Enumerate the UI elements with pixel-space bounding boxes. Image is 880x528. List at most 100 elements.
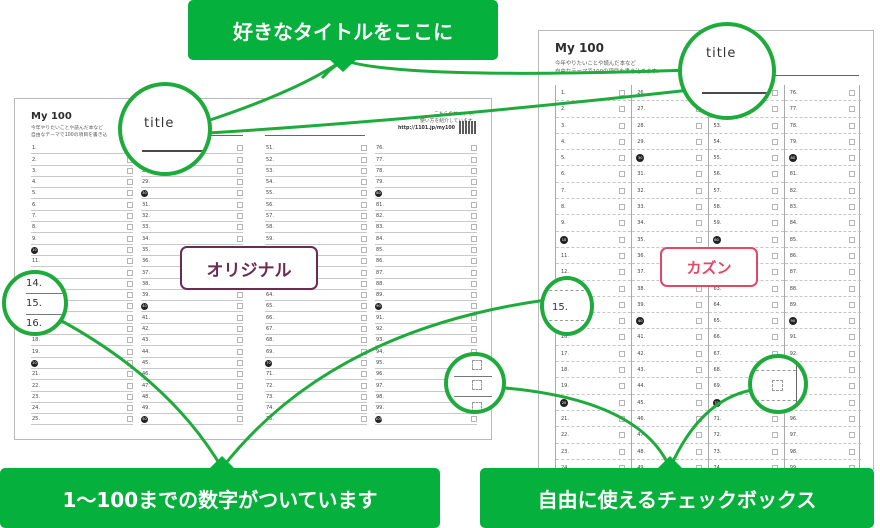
table-row[interactable]: 43. [632,362,708,379]
checkbox[interactable] [849,334,855,341]
checkbox[interactable] [127,359,133,366]
checkbox[interactable] [361,246,367,253]
checkbox[interactable] [237,145,243,152]
list-item[interactable]: 2. [31,154,133,166]
checkbox[interactable] [471,314,477,321]
table-row[interactable]: 53. [708,118,784,134]
checkbox[interactable] [237,190,243,197]
checkbox[interactable] [127,326,133,333]
list-item[interactable]: 91. [375,312,477,324]
checkbox[interactable] [849,122,855,129]
checkbox[interactable] [471,201,477,208]
list-item[interactable]: 33. [141,222,243,234]
checkbox[interactable] [237,359,243,366]
list-item[interactable]: 5. [31,188,133,200]
list-item[interactable]: 20 [31,358,133,369]
checkbox[interactable] [619,171,626,178]
list-item[interactable]: 56. [265,199,367,211]
checkbox[interactable] [471,167,477,174]
list-item[interactable]: 53. [265,166,367,177]
checkbox[interactable] [771,318,778,325]
list-item[interactable]: 29. [141,177,243,189]
table-row[interactable]: 23. [556,444,632,460]
list-item[interactable]: 84. [375,233,477,245]
checkbox[interactable] [237,371,243,378]
table-row[interactable]: 44. [632,378,708,395]
list-item[interactable]: 32. [141,211,243,223]
table-row[interactable]: 76. [784,85,861,102]
list-item[interactable]: 1. [31,143,133,155]
list-item[interactable]: 47. [141,380,243,392]
table-row[interactable]: 32. [632,183,708,200]
checkbox[interactable] [361,393,367,400]
table-row[interactable]: 77. [784,101,861,118]
table-row[interactable]: 83. [784,199,861,216]
list-item[interactable]: 44. [141,346,243,358]
checkbox[interactable] [127,405,133,412]
checkbox[interactable] [237,156,243,163]
checkbox[interactable] [849,399,855,406]
checkbox[interactable] [237,224,243,231]
checkbox[interactable] [127,213,133,220]
checkbox[interactable] [695,187,702,194]
checkbox[interactable] [849,138,855,145]
table-row[interactable]: 1. [556,85,632,102]
table-row[interactable]: 5. [556,150,632,167]
list-item[interactable]: 34. [141,233,243,245]
list-item[interactable]: 59. [265,233,367,245]
checkbox[interactable] [237,179,243,186]
checkbox[interactable] [471,246,477,253]
list-item[interactable]: 55. [265,188,367,200]
checkbox[interactable] [849,383,855,390]
checkbox[interactable] [237,201,243,208]
table-row[interactable]: 90 [784,313,861,330]
checkbox[interactable] [127,269,133,276]
checkbox[interactable] [849,367,855,374]
checkbox[interactable] [771,432,778,439]
checkbox[interactable] [619,252,626,259]
checkbox[interactable] [471,179,477,186]
table-row[interactable]: 40 [632,313,708,330]
list-item[interactable]: 46. [141,369,243,381]
table-row[interactable]: 34. [632,215,708,232]
list-item[interactable]: 88. [375,279,477,290]
list-item[interactable]: 72. [265,380,367,392]
checkbox[interactable] [771,122,778,129]
checkbox[interactable] [361,224,367,231]
list-item[interactable]: 82. [375,211,477,223]
checkbox[interactable] [849,269,855,276]
list-item[interactable]: 69. [265,346,367,358]
checkbox[interactable] [619,122,626,129]
checkbox[interactable] [471,258,477,265]
table-row[interactable]: 80 [784,150,861,167]
table-row[interactable]: 91. [784,329,861,346]
checkbox[interactable] [471,337,477,344]
checkbox[interactable] [471,235,477,242]
checkbox[interactable] [237,382,243,389]
checkbox[interactable] [127,167,133,174]
checkbox[interactable] [361,348,367,355]
table-row[interactable]: 72. [708,427,784,444]
table-row[interactable]: 78. [784,118,861,134]
checkbox[interactable] [237,235,243,242]
list-item[interactable]: 22. [31,380,133,392]
checkbox[interactable] [695,448,702,455]
checkbox[interactable] [361,416,367,423]
checkbox[interactable] [849,318,855,325]
checkbox[interactable] [237,326,243,333]
table-row[interactable]: 30 [632,150,708,167]
list-item[interactable]: 42. [141,324,243,336]
list-item[interactable]: 70 [265,358,367,369]
list-item[interactable]: 80 [375,188,477,200]
checkbox[interactable] [695,415,702,422]
table-row[interactable]: 58. [708,199,784,216]
checkbox[interactable] [127,382,133,389]
checkbox[interactable] [127,224,133,231]
checkbox[interactable] [849,187,855,194]
list-item[interactable]: 18. [31,335,133,347]
list-item[interactable]: 57. [265,211,367,223]
checkbox[interactable] [771,220,778,227]
table-row[interactable]: 33. [632,199,708,216]
checkbox[interactable] [619,155,626,162]
table-row[interactable]: 10 [556,232,632,248]
